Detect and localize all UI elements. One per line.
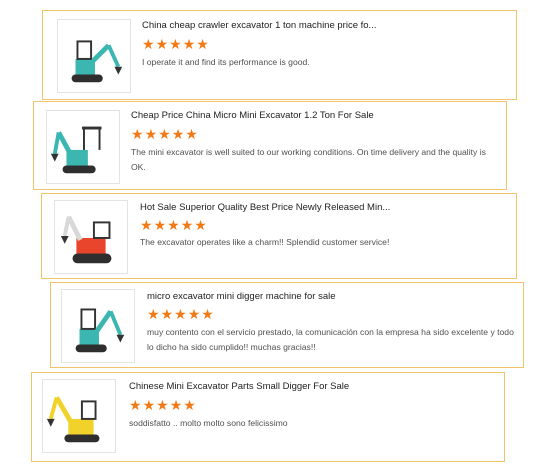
star-rating: ★★★★★ xyxy=(131,127,199,141)
star-icon: ★ xyxy=(142,397,157,413)
teal-mini-digger-image[interactable] xyxy=(61,289,135,363)
star-icon: ★ xyxy=(144,126,159,142)
star-icon: ★ xyxy=(147,306,161,322)
review-card[interactable]: micro excavator mini digger machine for … xyxy=(50,282,524,368)
product-title[interactable]: China cheap crawler excavator 1 ton mach… xyxy=(142,20,412,31)
product-title[interactable]: micro excavator mini digger machine for … xyxy=(147,291,417,302)
review-text: The excavator operates like a charm!! Sp… xyxy=(140,237,390,247)
review-text: I operate it and find its performance is… xyxy=(142,57,310,67)
product-title[interactable]: Chinese Mini Excavator Parts Small Digge… xyxy=(129,381,399,392)
star-icon: ★ xyxy=(155,36,170,52)
star-icon: ★ xyxy=(180,217,195,233)
star-rating: ★★★★★ xyxy=(140,218,208,232)
star-icon: ★ xyxy=(187,306,202,322)
excavator-icon xyxy=(71,40,123,83)
star-icon: ★ xyxy=(196,36,210,52)
star-icon: ★ xyxy=(171,126,186,142)
star-icon: ★ xyxy=(142,36,156,52)
excavator-icon xyxy=(50,126,102,174)
excavator-icon xyxy=(60,215,112,264)
star-icon: ★ xyxy=(140,217,154,233)
star-rating: ★★★★★ xyxy=(142,37,210,51)
star-icon: ★ xyxy=(169,397,184,413)
review-text: soddisfatto .. molto molto sono feliciss… xyxy=(129,418,288,428)
excavator-icon xyxy=(75,308,125,353)
star-icon: ★ xyxy=(182,36,197,52)
star-icon: ★ xyxy=(185,126,199,142)
review-card[interactable]: Hot Sale Superior Quality Best Price New… xyxy=(41,193,517,279)
product-title[interactable]: Hot Sale Superior Quality Best Price New… xyxy=(140,202,410,213)
star-icon: ★ xyxy=(169,36,183,52)
star-icon: ★ xyxy=(167,217,181,233)
review-text: muy contento con el servicio prestado, l… xyxy=(147,327,514,352)
star-icon: ★ xyxy=(131,126,145,142)
star-icon: ★ xyxy=(160,306,175,322)
star-icon: ★ xyxy=(158,126,172,142)
star-icon: ★ xyxy=(183,397,197,413)
product-title[interactable]: Cheap Price China Micro Mini Excavator 1… xyxy=(131,110,431,121)
star-icon: ★ xyxy=(156,397,170,413)
teal-canopy-excavator-image[interactable] xyxy=(46,110,120,184)
review-card[interactable]: China cheap crawler excavator 1 ton mach… xyxy=(42,10,517,100)
star-rating: ★★★★★ xyxy=(129,398,197,412)
star-icon: ★ xyxy=(194,217,208,233)
star-icon: ★ xyxy=(174,306,188,322)
star-rating: ★★★★★ xyxy=(147,307,215,321)
star-icon: ★ xyxy=(201,306,215,322)
teal-mini-excavator-image[interactable] xyxy=(57,19,131,93)
red-mini-excavator-image[interactable] xyxy=(54,200,128,274)
star-icon: ★ xyxy=(153,217,168,233)
excavator-icon xyxy=(46,396,100,443)
review-card[interactable]: Cheap Price China Micro Mini Excavator 1… xyxy=(33,101,507,190)
star-icon: ★ xyxy=(129,397,143,413)
review-text: The mini excavator is well suited to our… xyxy=(131,147,486,172)
review-card[interactable]: Chinese Mini Excavator Parts Small Digge… xyxy=(31,372,505,462)
yellow-mini-excavator-image[interactable] xyxy=(42,379,116,453)
